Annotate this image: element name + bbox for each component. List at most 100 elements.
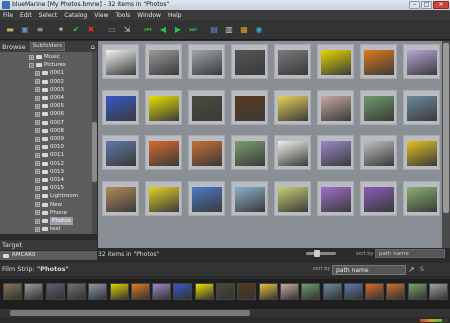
slideshow-icon[interactable]: ▤: [208, 24, 220, 36]
thumbnail-cell[interactable]: [360, 89, 397, 125]
thumbnail-cell[interactable]: [403, 135, 440, 170]
film-thumbnail[interactable]: [301, 283, 321, 300]
thumbnail-cell[interactable]: [145, 135, 182, 170]
film-thumbnail[interactable]: [152, 283, 172, 300]
film-thumbnail[interactable]: [194, 283, 214, 300]
home-icon[interactable]: ⌂: [91, 43, 95, 51]
expand-icon[interactable]: +: [35, 103, 40, 109]
expand-icon[interactable]: +: [35, 79, 40, 85]
tree-item[interactable]: +0007: [0, 119, 92, 127]
check-icon[interactable]: ✔: [70, 24, 82, 36]
film-thumbnail[interactable]: [429, 283, 448, 300]
film-thumbnail[interactable]: [45, 283, 65, 300]
expand-icon[interactable]: +: [35, 169, 40, 175]
expand-icon[interactable]: +: [35, 161, 40, 167]
thumbnail-cell[interactable]: [360, 180, 397, 216]
expand-icon[interactable]: +: [35, 70, 40, 76]
expand-icon[interactable]: +: [29, 54, 34, 60]
filmstrip-icon[interactable]: ▥: [223, 24, 235, 36]
expand-icon[interactable]: +: [35, 193, 40, 199]
film-thumbnail[interactable]: [322, 283, 342, 300]
tree-item[interactable]: +0001: [0, 69, 92, 77]
tree-item[interactable]: +0013: [0, 168, 92, 176]
film-thumbnail[interactable]: [88, 283, 108, 300]
film-thumbnail[interactable]: [237, 283, 257, 300]
expand-icon[interactable]: +: [35, 120, 40, 126]
thumbnail-cell[interactable]: [317, 89, 354, 125]
film-thumbnail[interactable]: [173, 283, 193, 300]
expand-icon[interactable]: +: [35, 95, 40, 101]
grid-sort-select[interactable]: path name: [375, 249, 445, 258]
film-thumbnail[interactable]: [216, 283, 235, 300]
film-thumbnail[interactable]: [109, 283, 129, 300]
tree-scroll-thumb[interactable]: [92, 122, 97, 182]
thumbnail-cell[interactable]: [102, 135, 139, 170]
grid-scrollbar[interactable]: [442, 41, 450, 248]
thumbnail-cell[interactable]: [188, 135, 225, 170]
thumbnail-cell[interactable]: [274, 180, 311, 216]
tree-item[interactable]: +0005: [0, 102, 92, 110]
menu-catalog[interactable]: Catalog: [64, 12, 87, 19]
tree-item[interactable]: + Lightroom: [0, 192, 92, 200]
monitor-icon[interactable]: ▭: [106, 24, 118, 36]
tree-scrollbar[interactable]: [92, 52, 97, 234]
tree-item[interactable]: +0014: [0, 176, 92, 184]
tree-item[interactable]: +0004: [0, 94, 92, 102]
menu-edit[interactable]: Edit: [20, 12, 32, 19]
thumbnail-cell[interactable]: [360, 135, 397, 170]
thumbnail-cell[interactable]: [274, 135, 311, 170]
film-thumbnail[interactable]: [3, 283, 22, 300]
export-icon[interactable]: ⇲: [121, 24, 133, 36]
thumbnail-cell[interactable]: [188, 180, 225, 216]
film-thumbnail[interactable]: [407, 283, 427, 300]
tree-item[interactable]: +0015: [0, 184, 92, 192]
menu-file[interactable]: File: [3, 12, 13, 19]
tree-item[interactable]: +0002: [0, 78, 92, 86]
close-button[interactable]: ✕: [433, 1, 449, 9]
expand-icon[interactable]: +: [35, 136, 40, 142]
globe-icon[interactable]: ◉: [253, 24, 265, 36]
expand-icon[interactable]: +: [35, 218, 40, 224]
thumbnail-cell[interactable]: [317, 180, 354, 216]
thumbnail-cell[interactable]: [403, 44, 440, 79]
thumbnail-cell[interactable]: [274, 89, 311, 125]
thumbnail-cell[interactable]: [145, 89, 182, 125]
tree-item[interactable]: +0009: [0, 135, 92, 143]
thumbnail-cell[interactable]: [102, 89, 139, 125]
tree-item[interactable]: +0006: [0, 110, 92, 118]
tree-item[interactable]: +0012: [0, 160, 92, 168]
thumbnail-grid[interactable]: [98, 41, 442, 248]
film-thumbnail[interactable]: [365, 283, 385, 300]
film-sort-select[interactable]: path name: [332, 265, 406, 275]
film-strip[interactable]: [0, 279, 450, 309]
tree-item[interactable]: + Music: [0, 53, 92, 61]
menu-help[interactable]: Help: [168, 12, 182, 19]
thumbnail-cell[interactable]: [360, 44, 397, 79]
menu-tools[interactable]: Tools: [115, 12, 130, 19]
tree-item[interactable]: +0003: [0, 86, 92, 94]
menu-select[interactable]: Select: [39, 12, 58, 19]
thumbnail-cell[interactable]: [403, 89, 440, 125]
expand-icon[interactable]: +: [35, 210, 40, 216]
expand-icon[interactable]: +: [35, 144, 40, 150]
thumbnail-cell[interactable]: [188, 44, 225, 79]
film-thumbnail[interactable]: [66, 283, 86, 300]
expand-icon[interactable]: +: [35, 111, 40, 117]
thumbnail-cell[interactable]: [231, 44, 268, 79]
color-icon[interactable]: ▦: [238, 24, 250, 36]
film-scroll-thumb[interactable]: [10, 310, 250, 316]
film-thumbnail[interactable]: [24, 283, 44, 300]
thumbnail-cell[interactable]: [145, 44, 182, 79]
target-item[interactable]: RMCAR0: [0, 251, 97, 260]
next-icon[interactable]: ▶: [172, 24, 184, 36]
thumbnail-cell[interactable]: [317, 135, 354, 170]
zoom-slider-knob[interactable]: [314, 250, 320, 257]
menu-window[interactable]: Window: [137, 12, 161, 19]
expand-icon[interactable]: +: [35, 177, 40, 183]
zoom-slider[interactable]: [306, 250, 336, 257]
expand-icon[interactable]: +: [35, 152, 40, 158]
tree-item[interactable]: − Pictures: [0, 61, 92, 69]
tree-item[interactable]: +0011: [0, 151, 92, 159]
tree-item[interactable]: + Photos: [0, 217, 92, 225]
thumbnail-cell[interactable]: [317, 44, 354, 79]
